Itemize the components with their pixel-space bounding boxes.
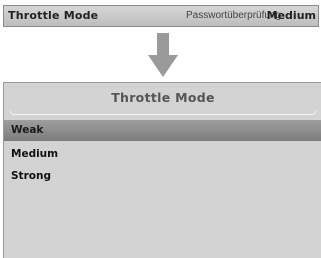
- throttle-mode-menu: Throttle Mode Weak Medium Strong: [3, 82, 321, 258]
- menu-title: Throttle Mode: [111, 90, 215, 105]
- arrow-down-icon: [148, 33, 178, 77]
- setting-label: Throttle Mode: [8, 9, 99, 22]
- menu-item-weak[interactable]: Weak: [4, 120, 321, 141]
- title-divider: [10, 111, 316, 115]
- menu-item-strong[interactable]: Strong: [4, 166, 321, 187]
- setting-value: Medium: [266, 9, 316, 22]
- menu-item-medium[interactable]: Medium: [4, 144, 321, 165]
- throttle-mode-setting-row[interactable]: Throttle Mode Passwortüberprüfung Medium: [3, 5, 319, 27]
